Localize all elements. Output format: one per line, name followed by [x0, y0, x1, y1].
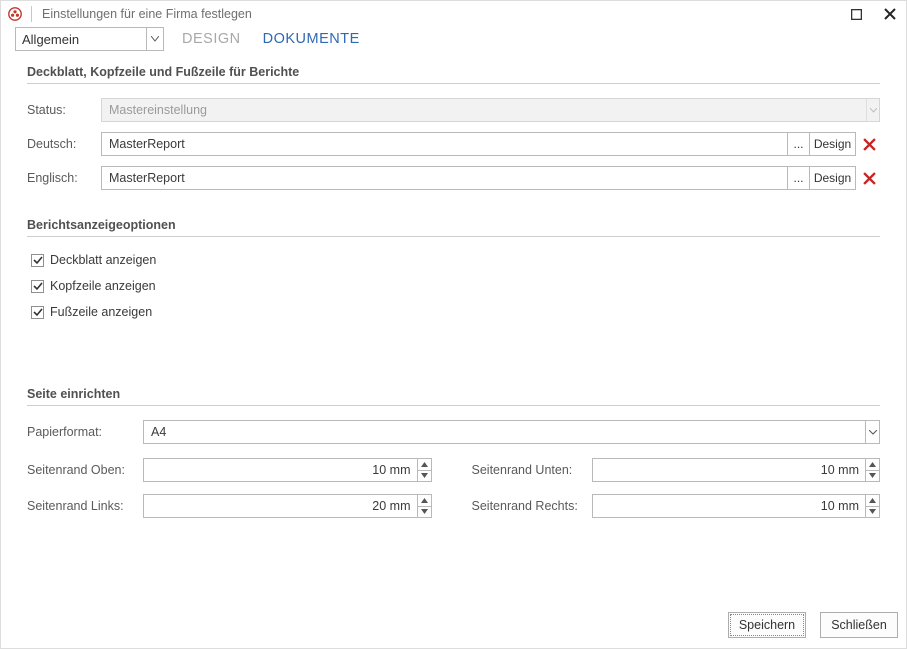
- german-delete-button[interactable]: [858, 132, 880, 156]
- english-delete-button[interactable]: [858, 166, 880, 190]
- spin-down-icon[interactable]: [418, 470, 431, 482]
- spin-down-icon[interactable]: [866, 506, 879, 518]
- spin-up-icon[interactable]: [418, 459, 431, 470]
- german-input-value: MasterReport: [109, 137, 185, 151]
- margin-right-value: 10 mm: [593, 495, 866, 517]
- toolbar: Allgemein DESIGN DOKUMENTE: [1, 27, 906, 57]
- margin-right-stepper[interactable]: 10 mm: [592, 494, 881, 518]
- german-label: Deutsch:: [27, 137, 101, 151]
- margin-top-value: 10 mm: [144, 459, 417, 481]
- paper-format-dropdown[interactable]: A4: [143, 420, 880, 444]
- margin-bottom-stepper[interactable]: 10 mm: [592, 458, 881, 482]
- paper-label: Papierformat:: [27, 425, 143, 439]
- english-label: Englisch:: [27, 171, 101, 185]
- check-icon: [31, 254, 44, 267]
- english-row: MasterReport ... Design: [101, 166, 880, 190]
- tabs: DESIGN DOKUMENTE: [182, 31, 360, 47]
- spin-up-icon[interactable]: [866, 459, 879, 470]
- english-input[interactable]: MasterReport: [101, 166, 788, 190]
- section-display-heading: Berichtsanzeigeoptionen: [27, 218, 880, 237]
- margin-left-value: 20 mm: [144, 495, 417, 517]
- scope-dropdown-value: Allgemein: [16, 28, 147, 50]
- german-input[interactable]: MasterReport: [101, 132, 788, 156]
- scope-dropdown[interactable]: Allgemein: [15, 27, 164, 51]
- spin-up-icon[interactable]: [418, 495, 431, 506]
- titlebar: Einstellungen für eine Firma festlegen: [1, 1, 906, 27]
- english-input-value: MasterReport: [109, 171, 185, 185]
- english-design-button[interactable]: Design: [810, 166, 856, 190]
- spin-down-icon[interactable]: [418, 506, 431, 518]
- footer: Speichern Schließen: [1, 602, 906, 648]
- margin-top-label: Seitenrand Oben:: [27, 463, 143, 477]
- display-options: Deckblatt anzeigen Kopfzeile anzeigen Fu…: [27, 253, 880, 319]
- margin-top-stepper[interactable]: 10 mm: [143, 458, 432, 482]
- check-icon: [31, 306, 44, 319]
- close-dialog-button[interactable]: Schließen: [820, 612, 898, 638]
- check-icon: [31, 280, 44, 293]
- checkbox-show-cover[interactable]: Deckblatt anzeigen: [31, 253, 880, 267]
- paper-format-value: A4: [144, 421, 865, 443]
- app-icon: [7, 6, 23, 22]
- german-design-button[interactable]: Design: [810, 132, 856, 156]
- section-cover-heading: Deckblatt, Kopfzeile und Fußzeile für Be…: [27, 65, 880, 84]
- chevron-down-icon: [147, 28, 163, 50]
- window-title: Einstellungen für eine Firma festlegen: [42, 7, 252, 21]
- checkbox-show-footer[interactable]: Fußzeile anzeigen: [31, 305, 880, 319]
- checkbox-label: Kopfzeile anzeigen: [50, 279, 156, 293]
- margin-left-stepper[interactable]: 20 mm: [143, 494, 432, 518]
- status-dropdown: Mastereinstellung: [101, 98, 880, 122]
- margin-bottom-value: 10 mm: [593, 459, 866, 481]
- save-button[interactable]: Speichern: [728, 612, 806, 638]
- tab-documents[interactable]: DOKUMENTE: [263, 31, 360, 47]
- status-value: Mastereinstellung: [102, 99, 866, 121]
- content-area: Deckblatt, Kopfzeile und Fußzeile für Be…: [1, 57, 906, 518]
- maximize-button[interactable]: [846, 4, 866, 24]
- checkbox-label: Fußzeile anzeigen: [50, 305, 152, 319]
- tab-design[interactable]: DESIGN: [182, 31, 241, 47]
- english-browse-button[interactable]: ...: [788, 166, 810, 190]
- status-label: Status:: [27, 103, 101, 117]
- chevron-down-icon: [866, 99, 879, 121]
- margin-bottom-label: Seitenrand Unten:: [472, 463, 592, 477]
- margin-left-label: Seitenrand Links:: [27, 499, 143, 513]
- german-row: MasterReport ... Design: [101, 132, 880, 156]
- cover-form: Status: Mastereinstellung Deutsch: Maste…: [27, 98, 880, 190]
- checkbox-show-header[interactable]: Kopfzeile anzeigen: [31, 279, 880, 293]
- close-button[interactable]: [880, 4, 900, 24]
- page-setup: Papierformat: A4 Seitenrand Oben: 10 mm …: [27, 420, 880, 518]
- margin-right-label: Seitenrand Rechts:: [472, 499, 592, 513]
- checkbox-label: Deckblatt anzeigen: [50, 253, 156, 267]
- chevron-down-icon: [865, 421, 879, 443]
- title-separator: [31, 6, 32, 22]
- section-page-heading: Seite einrichten: [27, 387, 880, 406]
- spin-up-icon[interactable]: [866, 495, 879, 506]
- german-browse-button[interactable]: ...: [788, 132, 810, 156]
- spin-down-icon[interactable]: [866, 470, 879, 482]
